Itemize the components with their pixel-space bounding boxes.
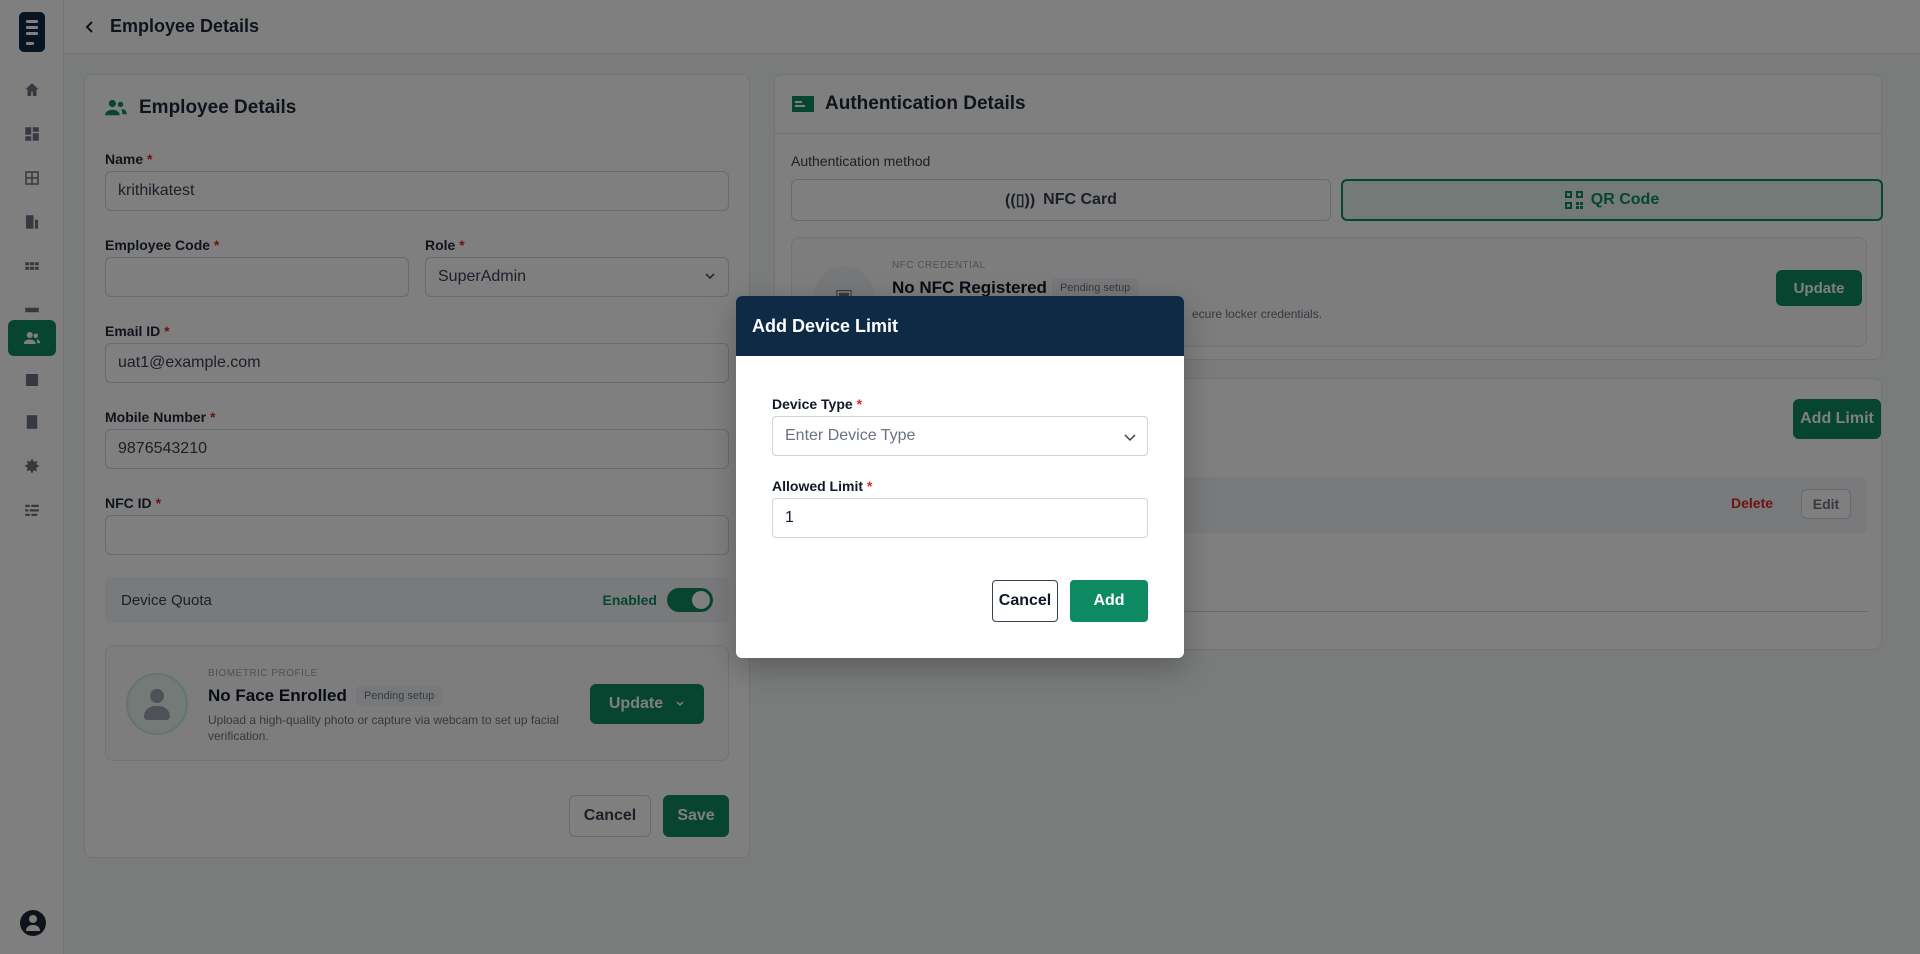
modal-header: Add Device Limit xyxy=(736,296,1184,356)
device-type-select[interactable]: Enter Device Type xyxy=(772,416,1148,456)
modal-add-button[interactable]: Add xyxy=(1070,580,1148,622)
modal-title: Add Device Limit xyxy=(752,315,899,336)
device-type-placeholder: Enter Device Type xyxy=(785,427,916,444)
allowed-limit-label: Allowed Limit * xyxy=(772,478,873,494)
add-device-limit-dialog: Add Device Limit Device Type * Enter Dev… xyxy=(736,296,1184,658)
allowed-limit-input[interactable]: 1 xyxy=(772,498,1148,538)
modal-cancel-button[interactable]: Cancel xyxy=(992,580,1058,622)
device-type-label: Device Type * xyxy=(772,396,863,412)
chevron-down-icon xyxy=(1124,434,1136,442)
